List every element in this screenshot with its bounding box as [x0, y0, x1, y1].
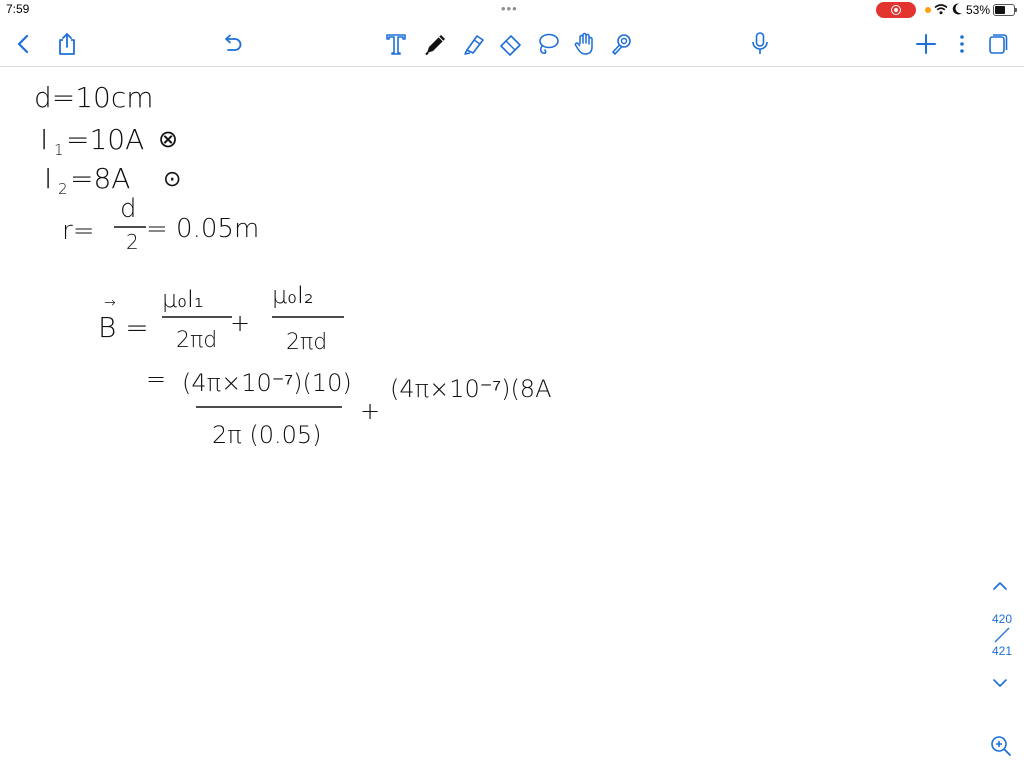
- undo-icon[interactable]: [218, 30, 246, 58]
- pages-icon[interactable]: [984, 30, 1012, 58]
- toolbar: [0, 22, 1024, 67]
- status-time: 7:59: [6, 2, 30, 16]
- wifi-icon: [934, 2, 948, 20]
- note-vector-arrow: →: [104, 295, 116, 311]
- microphone-icon[interactable]: [746, 30, 774, 58]
- page-up-chevron-icon[interactable]: [992, 579, 1008, 597]
- note-term3-denominator: 2π (0.05): [212, 421, 322, 449]
- multitasking-dots-icon[interactable]: •••: [501, 1, 518, 16]
- page-total: 421: [991, 644, 1013, 658]
- note-term2-denominator: 2πd: [286, 330, 327, 355]
- status-bar: 7:59 ••• 53%: [0, 0, 1024, 20]
- page-divider: [984, 626, 1020, 644]
- note-term1-denominator: 2πd: [176, 328, 217, 353]
- note-i2-letter: I: [44, 162, 52, 195]
- note-plus-2: +: [360, 397, 380, 425]
- back-icon[interactable]: [10, 30, 38, 58]
- note-i2-value: =8A: [70, 162, 130, 195]
- zoom-icon[interactable]: [990, 735, 1012, 762]
- share-icon[interactable]: [53, 30, 81, 58]
- note-i1-value: =10A: [66, 123, 144, 156]
- battery-icon: [993, 4, 1017, 16]
- page-current: 420: [991, 612, 1013, 626]
- page-indicator[interactable]: 420 421: [984, 612, 1020, 658]
- note-into-page-symbol: ⊗: [158, 125, 178, 153]
- screen-recording-indicator[interactable]: [876, 2, 916, 18]
- highlighter-tool-icon[interactable]: [460, 30, 488, 58]
- add-icon[interactable]: [912, 30, 940, 58]
- note-term2-numerator: μ₀I₂: [272, 281, 314, 309]
- note-i1-letter: I: [40, 123, 48, 156]
- handwritten-notes: d=10cm I 1 =10A ⊗ I 2 =8A ⊙ r= d 2 = 0.0…: [34, 81, 552, 449]
- note-b-lhs: B =: [98, 311, 149, 344]
- note-i1-subscript: 1: [54, 141, 64, 159]
- note-r-denominator: 2: [126, 230, 139, 254]
- note-i2-subscript: 2: [58, 180, 68, 198]
- text-tool-icon[interactable]: [382, 30, 410, 58]
- note-out-of-page-symbol: ⊙: [163, 167, 181, 192]
- page-down-chevron-icon[interactable]: [992, 676, 1008, 694]
- more-icon[interactable]: [948, 30, 976, 58]
- note-equals-2: =: [146, 365, 166, 393]
- lasso-tool-icon[interactable]: [534, 30, 562, 58]
- hand-tool-icon[interactable]: [571, 30, 599, 58]
- note-term1-numerator: μ₀I₁: [162, 285, 204, 313]
- note-r-lhs: r=: [62, 216, 94, 246]
- note-term3-numerator: (4π×10⁻⁷)(10): [182, 369, 352, 397]
- eraser-tool-icon[interactable]: [497, 30, 525, 58]
- note-canvas[interactable]: d=10cm I 1 =10A ⊗ I 2 =8A ⊙ r= d 2 = 0.0…: [0, 67, 1024, 768]
- do-not-disturb-moon-icon: [951, 2, 963, 21]
- note-term4-partial: (4π×10⁻⁷)(8A: [390, 375, 552, 403]
- note-line-d: d=10cm: [34, 81, 154, 114]
- pen-tool-icon[interactable]: [422, 30, 450, 58]
- laser-pointer-icon[interactable]: [608, 30, 636, 58]
- note-plus-1: +: [230, 309, 250, 337]
- note-r-value: = 0.05m: [146, 214, 259, 244]
- mic-in-use-dot-icon: [925, 7, 931, 13]
- note-r-numerator: d: [120, 194, 137, 224]
- battery-percent: 53%: [966, 3, 991, 17]
